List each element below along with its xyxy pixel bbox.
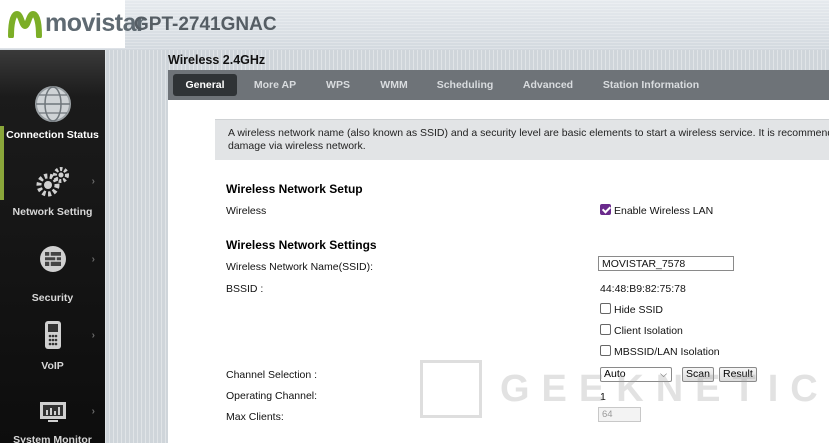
bssid-value: 44:48:B9:82:75:78 (600, 283, 686, 295)
gears-icon (36, 167, 69, 197)
tab-more-ap[interactable]: More AP (246, 74, 304, 96)
chevron-right-icon: › (91, 254, 95, 265)
firewall-icon (39, 246, 66, 272)
chevron-right-icon: › (91, 406, 95, 417)
tab-scheduling[interactable]: Scheduling (430, 74, 500, 96)
sidebar-item-security[interactable]: › Security (0, 244, 105, 304)
tab-wps[interactable]: WPS (316, 74, 360, 96)
info-text: A wireless network name (also known as S… (228, 127, 829, 153)
ssid-label: Wireless Network Name(SSID): (226, 261, 374, 273)
sidebar-item-label: Network Setting (12, 206, 93, 218)
channel-select[interactable]: Auto ⌵ (600, 367, 672, 382)
movistar-logo-icon (8, 10, 42, 38)
hide-ssid-label: Hide SSID (614, 304, 664, 316)
tab-wmm[interactable]: WMM (371, 74, 417, 96)
chevron-right-icon: › (91, 330, 95, 341)
enable-wireless-label: Enable Wireless LAN (614, 205, 714, 217)
device-model: GPT-2741GNAC (134, 14, 277, 35)
operating-channel-value: 1 (600, 391, 606, 403)
sidebar: Connection Status › Network Setting › Se… (0, 50, 105, 443)
sidebar-item-network-setting[interactable]: › Network Setting (0, 166, 105, 218)
mbssid-isolation-checkbox[interactable] (600, 345, 611, 356)
section-heading-settings: Wireless Network Settings (226, 238, 377, 252)
enable-wireless-checkbox[interactable] (600, 204, 611, 215)
bssid-label: BSSID : (226, 283, 264, 295)
hide-ssid-checkbox[interactable] (600, 303, 611, 314)
channel-select-value: Auto (604, 368, 626, 380)
brand-name: movistar (45, 9, 146, 37)
page-title: Wireless 2.4GHz (168, 53, 266, 67)
channel-selection-label: Channel Selection : (226, 369, 318, 381)
sidebar-item-system-monitor[interactable]: › System Monitor (0, 400, 105, 443)
monitor-icon (39, 402, 66, 422)
section-heading-setup: Wireless Network Setup (226, 182, 363, 196)
sidebar-item-label: System Monitor (13, 434, 92, 443)
sidebar-item-label: Security (31, 292, 74, 304)
tab-bar: General More AP WPS WMM Scheduling Advan… (168, 70, 829, 100)
mbssid-isolation-label: MBSSID/LAN Isolation (614, 346, 720, 358)
max-clients-input: 64 (598, 407, 641, 422)
tab-general[interactable]: General (173, 74, 237, 96)
info-text-line: damage via wireless network. (228, 140, 366, 152)
chevron-down-icon: ⌵ (660, 369, 667, 379)
client-isolation-label: Client Isolation (614, 325, 683, 337)
chevron-right-icon: › (91, 176, 95, 187)
globe-icon (34, 86, 71, 122)
sidebar-item-connection-status[interactable]: Connection Status (0, 84, 105, 141)
wireless-label: Wireless (226, 205, 267, 217)
sidebar-item-voip[interactable]: › VoIP (0, 320, 105, 372)
logo: movistar (0, 0, 146, 48)
tab-station-information[interactable]: Station Information (596, 74, 706, 96)
operating-channel-label: Operating Channel: (226, 390, 318, 402)
scan-button[interactable]: Scan (682, 367, 714, 382)
sidebar-item-label: Connection Status (6, 129, 99, 141)
client-isolation-checkbox[interactable] (600, 324, 611, 335)
ssid-input[interactable] (598, 256, 734, 271)
result-button[interactable]: Result (719, 367, 757, 382)
info-text-line: A wireless network name (also known as S… (228, 127, 829, 139)
tab-advanced[interactable]: Advanced (516, 74, 580, 96)
max-clients-label: Max Clients: (226, 411, 284, 423)
phone-icon (44, 321, 61, 349)
sidebar-item-label: VoIP (41, 360, 64, 372)
